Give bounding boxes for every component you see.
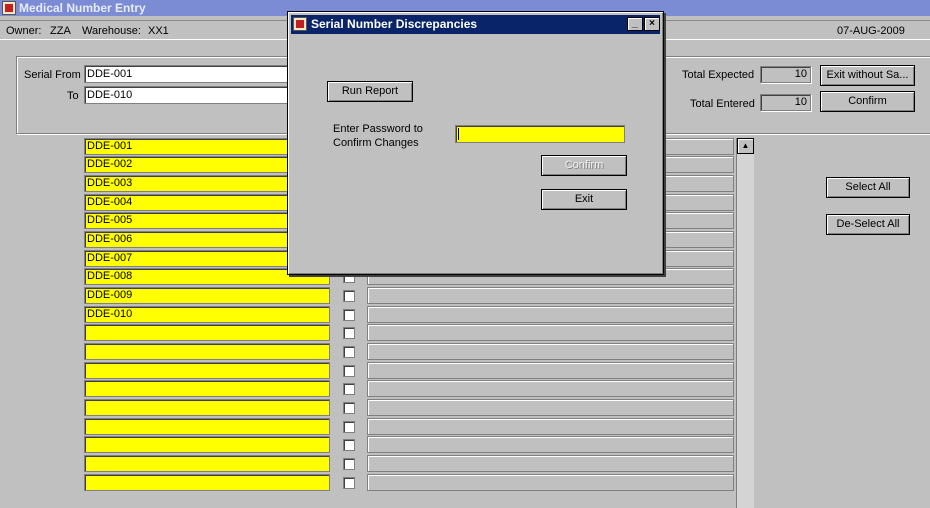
row-checkbox[interactable]	[343, 327, 355, 339]
row-checkbox[interactable]	[343, 383, 355, 395]
total-entered-value: 10	[760, 94, 811, 111]
password-label-line1: Enter Password to	[333, 123, 423, 135]
close-icon[interactable]: ×	[644, 17, 660, 31]
serial-field[interactable]	[84, 399, 330, 416]
row-description-field[interactable]	[367, 436, 734, 453]
password-label-line2: Confirm Changes	[333, 137, 419, 149]
row-checkbox[interactable]	[343, 309, 355, 321]
row-description-field[interactable]	[367, 362, 734, 379]
dialog-titlebar: Serial Number Discrepancies _ ×	[291, 15, 660, 34]
app-icon	[2, 1, 16, 15]
owner-value: ZZA	[50, 25, 71, 37]
table-row	[84, 362, 744, 380]
serial-field[interactable]	[84, 380, 330, 397]
serial-to-input[interactable]: DDE-010	[84, 86, 290, 104]
serial-field[interactable]	[84, 474, 330, 491]
owner-label: Owner:	[6, 25, 42, 37]
serial-field[interactable]: DDE-009	[84, 287, 330, 304]
dialog-title: Serial Number Discrepancies	[311, 17, 478, 31]
row-checkbox[interactable]	[343, 477, 355, 489]
row-description-field[interactable]	[367, 399, 734, 416]
select-all-button[interactable]: Select All	[826, 177, 910, 198]
total-expected-value: 10	[760, 66, 811, 83]
table-row	[84, 380, 744, 398]
serial-field[interactable]	[84, 343, 330, 360]
table-row	[84, 474, 744, 492]
run-report-button[interactable]: Run Report	[327, 81, 413, 102]
dialog-confirm-button[interactable]: Confirm	[541, 155, 627, 176]
deselect-all-button[interactable]: De-Select All	[826, 214, 910, 235]
serial-field[interactable]	[84, 418, 330, 435]
table-row	[84, 436, 744, 454]
warehouse-label: Warehouse:	[82, 25, 141, 37]
total-entered-label: Total Entered	[690, 98, 755, 110]
row-description-field[interactable]	[367, 343, 734, 360]
dialog-exit-button[interactable]: Exit	[541, 189, 627, 210]
row-checkbox[interactable]	[343, 439, 355, 451]
text-caret	[458, 128, 459, 140]
date-display: 07-AUG-2009	[837, 25, 905, 37]
row-checkbox[interactable]	[343, 290, 355, 302]
serial-field[interactable]	[84, 362, 330, 379]
table-row	[84, 418, 744, 436]
row-checkbox[interactable]	[343, 346, 355, 358]
row-description-field[interactable]	[367, 455, 734, 472]
row-description-field[interactable]	[367, 287, 734, 304]
window-title: Medical Number Entry	[19, 1, 146, 15]
row-description-field[interactable]	[367, 380, 734, 397]
row-description-field[interactable]	[367, 306, 734, 323]
minimize-icon[interactable]: _	[627, 17, 643, 31]
row-checkbox[interactable]	[343, 365, 355, 377]
row-description-field[interactable]	[367, 324, 734, 341]
row-checkbox[interactable]	[343, 421, 355, 433]
dialog-app-icon	[293, 17, 307, 31]
row-checkbox[interactable]	[343, 402, 355, 414]
row-description-field[interactable]	[367, 418, 734, 435]
confirm-button[interactable]: Confirm	[820, 91, 915, 112]
total-expected-label: Total Expected	[682, 69, 755, 81]
table-row	[84, 324, 744, 342]
exit-without-save-button[interactable]: Exit without Sa...	[820, 65, 915, 86]
table-row	[84, 399, 744, 417]
serial-from-label: Serial From	[24, 69, 81, 81]
table-row	[84, 343, 744, 361]
scroll-up-icon[interactable]: ▲	[737, 138, 754, 154]
table-row: DDE-010	[84, 306, 744, 324]
warehouse-value: XX1	[148, 25, 169, 37]
serial-field[interactable]: DDE-010	[84, 306, 330, 323]
serial-from-input[interactable]: DDE-001	[84, 65, 290, 83]
row-description-field[interactable]	[367, 474, 734, 491]
table-row: DDE-009	[84, 287, 744, 305]
row-checkbox[interactable]	[343, 458, 355, 470]
serial-field[interactable]	[84, 436, 330, 453]
list-scrollbar[interactable]: ▲	[736, 138, 754, 508]
serial-to-label: To	[67, 90, 79, 102]
password-input[interactable]	[455, 125, 625, 143]
table-row	[84, 455, 744, 473]
discrepancies-dialog: Serial Number Discrepancies _ × Run Repo…	[287, 11, 664, 275]
serial-field[interactable]	[84, 324, 330, 341]
serial-field[interactable]	[84, 455, 330, 472]
